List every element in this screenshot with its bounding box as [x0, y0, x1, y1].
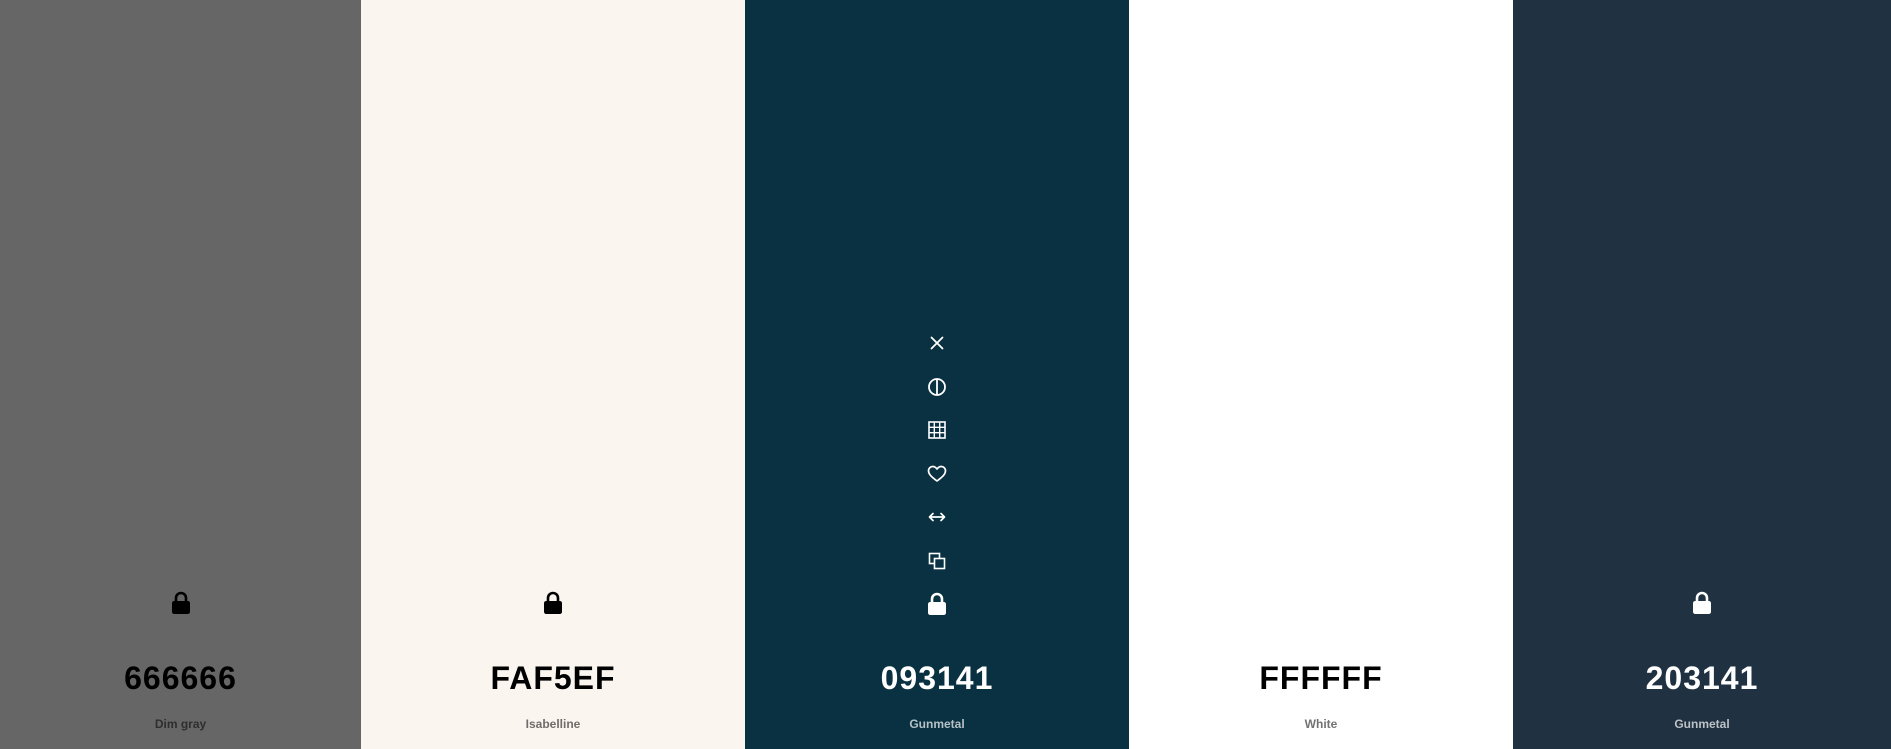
- color-name: Isabelline: [525, 717, 581, 731]
- view-shades-button[interactable]: [923, 373, 951, 401]
- grid-icon: [928, 421, 946, 439]
- color-name: Dim gray: [154, 717, 207, 731]
- color-palette: 666666 Dim gray FAF5EF Isabelline 093141…: [0, 0, 1891, 749]
- color-swatch-gunmetal-2[interactable]: 203141 Gunmetal: [1513, 0, 1891, 749]
- lock-icon[interactable]: [1691, 590, 1713, 616]
- lock-icon[interactable]: [170, 590, 192, 616]
- close-icon: [930, 336, 944, 350]
- color-swatch-white[interactable]: FFFFFF White: [1129, 0, 1513, 749]
- move-horizontal-icon: [928, 512, 946, 522]
- color-swatch-dim-gray[interactable]: 666666 Dim gray: [0, 0, 361, 749]
- color-hex-code[interactable]: 666666: [0, 658, 361, 698]
- heart-icon: [927, 465, 947, 482]
- lock-icon[interactable]: [542, 590, 564, 616]
- contrast-icon: [928, 377, 946, 396]
- drag-handle[interactable]: [923, 503, 951, 531]
- color-swatch-isabelline[interactable]: FAF5EF Isabelline: [361, 0, 745, 749]
- color-swatch-gunmetal[interactable]: 093141 Gunmetal: [745, 0, 1129, 749]
- color-hex-code[interactable]: FFFFFF: [1129, 658, 1513, 698]
- save-color-button[interactable]: [923, 460, 951, 488]
- color-name: Gunmetal: [909, 717, 965, 731]
- shades-grid-button[interactable]: [923, 416, 951, 444]
- color-name: White: [1304, 717, 1338, 731]
- copy-icon: [928, 552, 946, 569]
- color-hex-code[interactable]: 203141: [1513, 658, 1891, 698]
- copy-hex-button[interactable]: [923, 547, 951, 575]
- color-name: Gunmetal: [1674, 717, 1730, 731]
- color-hex-code[interactable]: 093141: [745, 658, 1129, 698]
- remove-color-button[interactable]: [923, 329, 951, 357]
- swatch-toolbar: [923, 329, 951, 618]
- lock-color-button[interactable]: [923, 590, 951, 618]
- color-hex-code[interactable]: FAF5EF: [361, 658, 745, 698]
- lock-icon: [928, 592, 946, 615]
